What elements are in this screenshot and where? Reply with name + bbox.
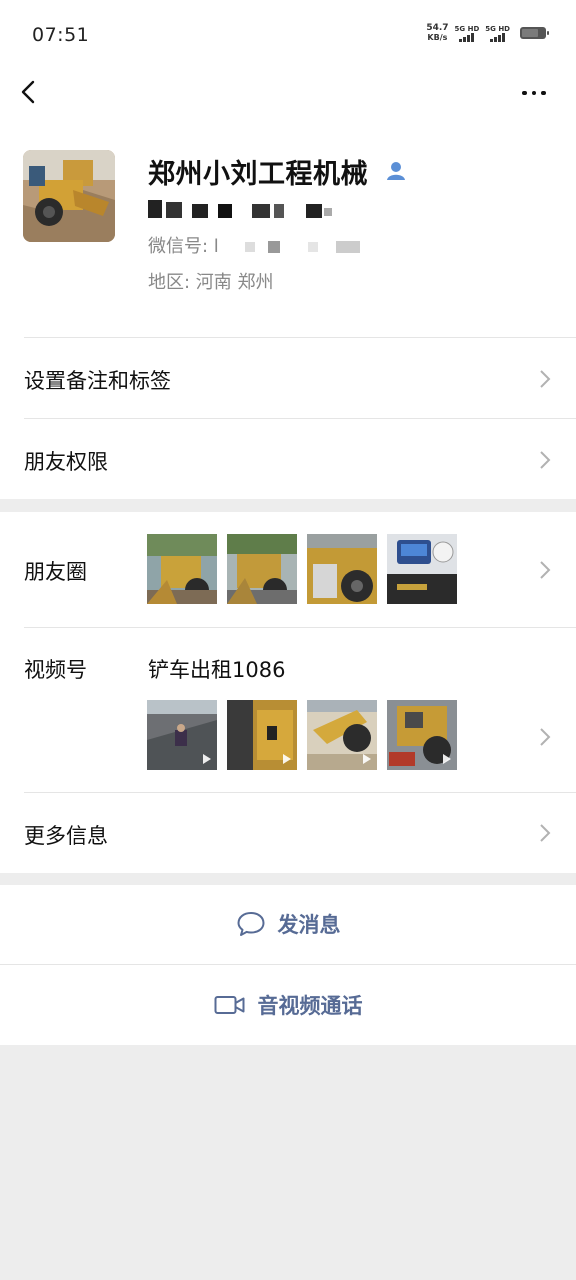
moments-label: 朋友圈 [24,560,87,584]
moments-thumbnail [387,534,457,604]
wechat-id-redaction [244,242,255,252]
moments-row[interactable]: 朋友圈 [0,512,576,628]
more-info-label: 更多信息 [24,824,108,848]
net-speed: 54.7 KB/s [426,23,449,43]
chevron-right-icon [540,824,551,842]
play-icon [443,754,451,764]
channels-video-thumbnail[interactable] [147,700,217,770]
channels-label: 视频号 [24,658,87,682]
status-indicators: 54.7 KB/s 5G HD 5G HD [426,23,549,43]
signal-bars-icon [490,32,506,42]
profile-header: 郑州小刘工程机械 微信号: l 地区: 河南 郑州 [0,64,576,338]
status-time: 07:51 [32,24,90,46]
friend-permission-label: 朋友权限 [24,450,108,474]
wechat-id: 微信号: l [148,232,360,258]
avatar[interactable] [23,150,115,242]
channels-row[interactable]: 视频号 铲车出租1086 [0,628,576,793]
chevron-right-icon [540,370,551,388]
sim2-label: 5G HD [485,24,510,33]
moments-thumbnail [227,534,297,604]
region: 地区: 河南 郑州 [148,272,274,293]
profile-name: 郑州小刘工程机械 [148,159,368,190]
more-icon[interactable] [522,86,554,100]
chevron-right-icon [540,728,551,746]
net-speed-value: 54.7 [426,23,449,33]
person-icon [387,162,405,180]
signal-sim2: 5G HD [485,25,510,42]
net-speed-unit: KB/s [427,33,448,42]
sim1-label: 5G HD [454,24,480,33]
wechat-id-redaction [335,241,360,253]
channels-video-thumbnail[interactable] [307,700,377,770]
signal-bars-icon [459,32,475,42]
play-icon [363,754,371,764]
video-camera-icon [214,996,244,1014]
play-icon [203,754,211,764]
chevron-right-icon [540,561,551,579]
moments-thumbnail [307,534,377,604]
wechat-id-label: 微信号: [148,236,214,257]
play-icon [283,754,291,764]
signal-sim1: 5G HD [454,24,480,42]
channels-name: 铲车出租1086 [148,658,286,682]
wechat-id-redaction [268,241,281,253]
video-call-label: 音视频通话 [257,994,363,1018]
wechat-id-redaction [308,242,319,252]
video-call-button[interactable]: 音视频通话 [0,965,576,1045]
phone-number-redacted [148,190,348,220]
chat-bubble-icon [237,912,264,936]
chevron-right-icon [540,451,551,469]
more-info-row[interactable]: 更多信息 [0,793,576,873]
channels-video-thumbnail[interactable] [227,700,297,770]
send-message-button[interactable]: 发消息 [0,885,576,965]
send-message-label: 发消息 [277,913,341,937]
back-icon[interactable] [16,78,44,106]
wechat-id-value: l [213,236,219,257]
remark-tags-row[interactable]: 设置备注和标签 [0,338,576,419]
status-bar: 07:51 54.7 KB/s 5G HD 5G HD [0,0,576,64]
moments-thumbnail [147,534,217,604]
remark-tags-label: 设置备注和标签 [24,369,171,393]
battery-icon [520,27,549,39]
channels-video-thumbnail[interactable] [387,700,457,770]
friend-permission-row[interactable]: 朋友权限 [0,419,576,499]
